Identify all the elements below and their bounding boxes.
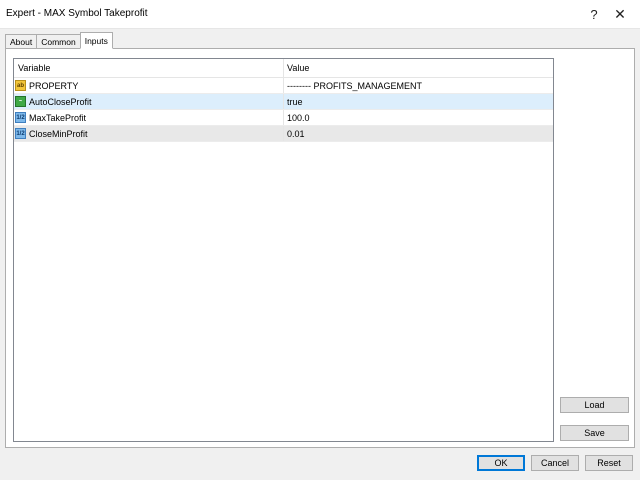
table-row[interactable]: ~ AutoCloseProfit true xyxy=(14,94,553,110)
load-button[interactable]: Load xyxy=(560,397,629,413)
string-type-icon: ab xyxy=(15,80,26,91)
tab-about[interactable]: About xyxy=(5,34,38,49)
grid-header: Variable Value xyxy=(14,59,553,78)
value-cell[interactable]: 100.0 xyxy=(284,110,553,125)
title-bar: Expert - MAX Symbol Takeprofit ? ✕ xyxy=(0,0,640,29)
inputs-grid: Variable Value ab PROPERTY -------- PROF… xyxy=(13,58,554,442)
value-cell[interactable]: true xyxy=(284,94,553,109)
tab-strip: About Common Inputs xyxy=(5,32,113,49)
close-icon[interactable]: ✕ xyxy=(608,5,632,23)
ok-button[interactable]: OK xyxy=(477,455,525,471)
bool-type-icon: ~ xyxy=(15,96,26,107)
variable-cell: 1/2 MaxTakeProfit xyxy=(14,110,284,125)
table-row[interactable]: 1/2 MaxTakeProfit 100.0 xyxy=(14,110,553,126)
table-row[interactable]: ab PROPERTY -------- PROFITS_MANAGEMENT xyxy=(14,78,553,94)
variable-name: MaxTakeProfit xyxy=(29,112,87,123)
number-type-icon: 1/2 xyxy=(15,112,26,123)
reset-button[interactable]: Reset xyxy=(585,455,633,471)
column-header-value[interactable]: Value xyxy=(284,59,553,77)
variable-name: CloseMinProfit xyxy=(29,128,88,139)
variable-cell: ~ AutoCloseProfit xyxy=(14,94,284,109)
variable-cell: ab PROPERTY xyxy=(14,78,284,93)
value-cell[interactable]: -------- PROFITS_MANAGEMENT xyxy=(284,78,553,93)
variable-name: PROPERTY xyxy=(29,80,79,91)
tab-inputs[interactable]: Inputs xyxy=(79,32,113,49)
column-header-variable[interactable]: Variable xyxy=(14,59,284,77)
help-button[interactable]: ? xyxy=(582,5,606,23)
variable-cell: 1/2 CloseMinProfit xyxy=(14,126,284,141)
window-title: Expert - MAX Symbol Takeprofit xyxy=(6,8,148,19)
save-button[interactable]: Save xyxy=(560,425,629,441)
variable-name: AutoCloseProfit xyxy=(29,96,92,107)
value-cell[interactable]: 0.01 xyxy=(284,126,553,141)
cancel-button[interactable]: Cancel xyxy=(531,455,579,471)
table-row[interactable]: 1/2 CloseMinProfit 0.01 xyxy=(14,126,553,142)
tab-common[interactable]: Common xyxy=(36,34,81,49)
number-type-icon: 1/2 xyxy=(15,128,26,139)
